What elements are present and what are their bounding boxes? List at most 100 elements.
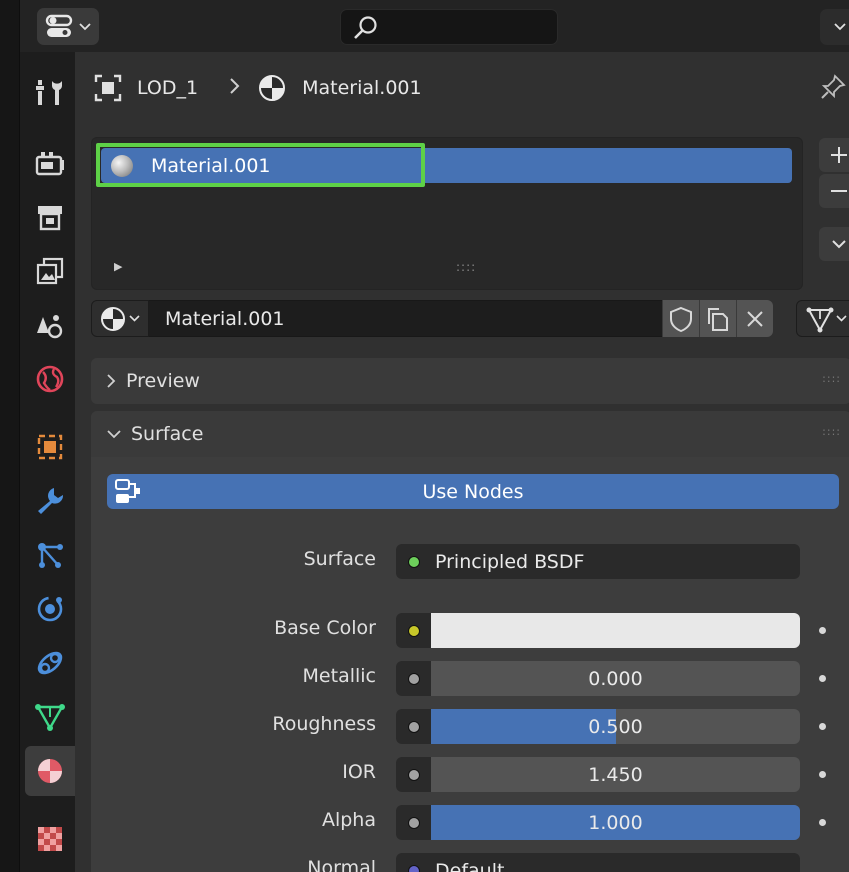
alpha-value-text: 1.000 [588, 811, 643, 834]
preview-panel-title: Preview [126, 370, 200, 392]
socket-cell [396, 613, 431, 648]
add-slot-button[interactable] [819, 138, 849, 172]
chevron-down-icon [832, 239, 846, 248]
chevron-down-icon [129, 315, 140, 322]
tab-tool[interactable] [25, 68, 75, 118]
mesh-data-icon [806, 307, 833, 332]
material-icon [38, 759, 62, 783]
minus-icon [831, 190, 847, 192]
ior-slider[interactable]: 1.450 [396, 757, 800, 792]
tab-world[interactable] [25, 354, 75, 404]
object-icon [37, 434, 63, 460]
panel-grip-icon[interactable]: :::: [822, 372, 841, 385]
render-icon [35, 152, 64, 176]
base-color-label: Base Color [274, 617, 376, 639]
tab-physics[interactable] [25, 584, 75, 634]
chevron-down-icon [834, 23, 846, 31]
use-nodes-button[interactable]: Use Nodes [107, 474, 839, 509]
expand-triangle-icon[interactable]: ▶ [114, 260, 122, 273]
fake-user-button[interactable] [662, 300, 699, 337]
duplicate-icon [708, 307, 728, 331]
duplicate-material-button[interactable] [699, 300, 736, 337]
tab-material[interactable] [25, 746, 75, 796]
surface-shader-field[interactable]: Principled BSDF [396, 544, 800, 579]
material-selector: Material.001 [91, 300, 774, 337]
remove-slot-button[interactable] [819, 174, 849, 208]
search-input[interactable] [340, 9, 558, 45]
plus-icon [831, 147, 847, 163]
material-slot-name: Material.001 [151, 154, 271, 177]
breadcrumb-object: LOD_1 [137, 77, 199, 99]
output-icon [38, 206, 62, 231]
alpha-label: Alpha [321, 809, 376, 831]
chevron-down-icon [107, 429, 121, 439]
editor-type-dropdown[interactable] [37, 8, 99, 45]
slot-specials-dropdown[interactable] [819, 227, 849, 261]
tab-modifiers[interactable] [25, 476, 75, 526]
shader-socket-icon [407, 555, 420, 568]
scene-icon [37, 315, 63, 339]
value-socket-icon [407, 672, 420, 685]
vector-socket-icon [407, 864, 420, 872]
tab-constraints[interactable] [25, 638, 75, 688]
ior-label: IOR [342, 761, 376, 783]
surface-panel-title: Surface [131, 423, 204, 445]
socket-cell [396, 544, 431, 579]
roughness-slider[interactable]: 0.500 [396, 709, 800, 744]
roughness-value-text: 0.500 [588, 715, 643, 738]
value-socket-icon [407, 816, 420, 829]
breadcrumb-separator [230, 77, 240, 99]
object-bounds-icon [94, 74, 122, 102]
socket-cell [396, 853, 431, 872]
chevron-right-icon [107, 374, 116, 388]
surface-shader-label: Surface [303, 548, 376, 570]
keyframe-dot-icon[interactable] [819, 771, 826, 778]
preview-panel-header[interactable]: Preview :::: [91, 358, 849, 404]
browse-material-button[interactable] [91, 300, 149, 337]
constraints-icon [37, 651, 63, 675]
material-preview-sphere [111, 154, 133, 177]
keyframe-dot-icon[interactable] [819, 675, 826, 682]
close-icon [747, 310, 763, 327]
material-name-field[interactable]: Material.001 [149, 300, 662, 337]
tab-object[interactable] [25, 422, 75, 472]
value-socket-icon [407, 720, 420, 733]
tab-scene[interactable] [25, 300, 75, 350]
alpha-slider[interactable]: 1.000 [396, 805, 800, 840]
socket-cell [396, 661, 431, 696]
tab-view-layer[interactable] [25, 246, 75, 296]
ior-value: 1.450 [431, 757, 800, 792]
physics-icon [37, 596, 63, 622]
breadcrumb: LOD_1 Material.001 [93, 70, 422, 106]
options-dropdown[interactable] [820, 9, 849, 45]
shield-icon [670, 306, 692, 332]
value-socket-icon [407, 768, 420, 781]
link-type-dropdown[interactable] [796, 300, 849, 337]
metallic-value: 0.000 [431, 661, 800, 696]
keyframe-dot-icon[interactable] [819, 819, 826, 826]
chevron-down-icon [79, 22, 91, 30]
keyframe-dot-icon[interactable] [819, 723, 826, 730]
normal-field[interactable]: Default [396, 853, 800, 872]
tab-output[interactable] [25, 192, 75, 242]
list-item[interactable]: Material.001 [101, 148, 792, 183]
window-edge [0, 0, 20, 872]
tab-data[interactable] [25, 692, 75, 742]
resize-grip-icon[interactable]: :::: [456, 260, 476, 274]
unlink-material-button[interactable] [736, 300, 773, 337]
material-slot-list[interactable]: Material.001 ▶ :::: [91, 137, 803, 290]
base-color-swatch[interactable] [431, 613, 800, 648]
base-color-field[interactable] [396, 613, 800, 648]
surface-panel-header[interactable]: Surface :::: [91, 411, 849, 457]
tab-particles[interactable] [25, 530, 75, 580]
editor-type-icon [45, 14, 73, 37]
keyframe-dot-icon[interactable] [819, 627, 826, 634]
metallic-slider[interactable]: 0.000 [396, 661, 800, 696]
texture-icon [38, 827, 62, 851]
tab-render[interactable] [25, 138, 75, 188]
normal-label: Normal [307, 857, 376, 872]
tab-texture[interactable] [25, 814, 75, 864]
pin-button[interactable] [820, 74, 846, 104]
panel-grip-icon[interactable]: :::: [822, 425, 841, 438]
alpha-value: 1.000 [431, 805, 800, 840]
